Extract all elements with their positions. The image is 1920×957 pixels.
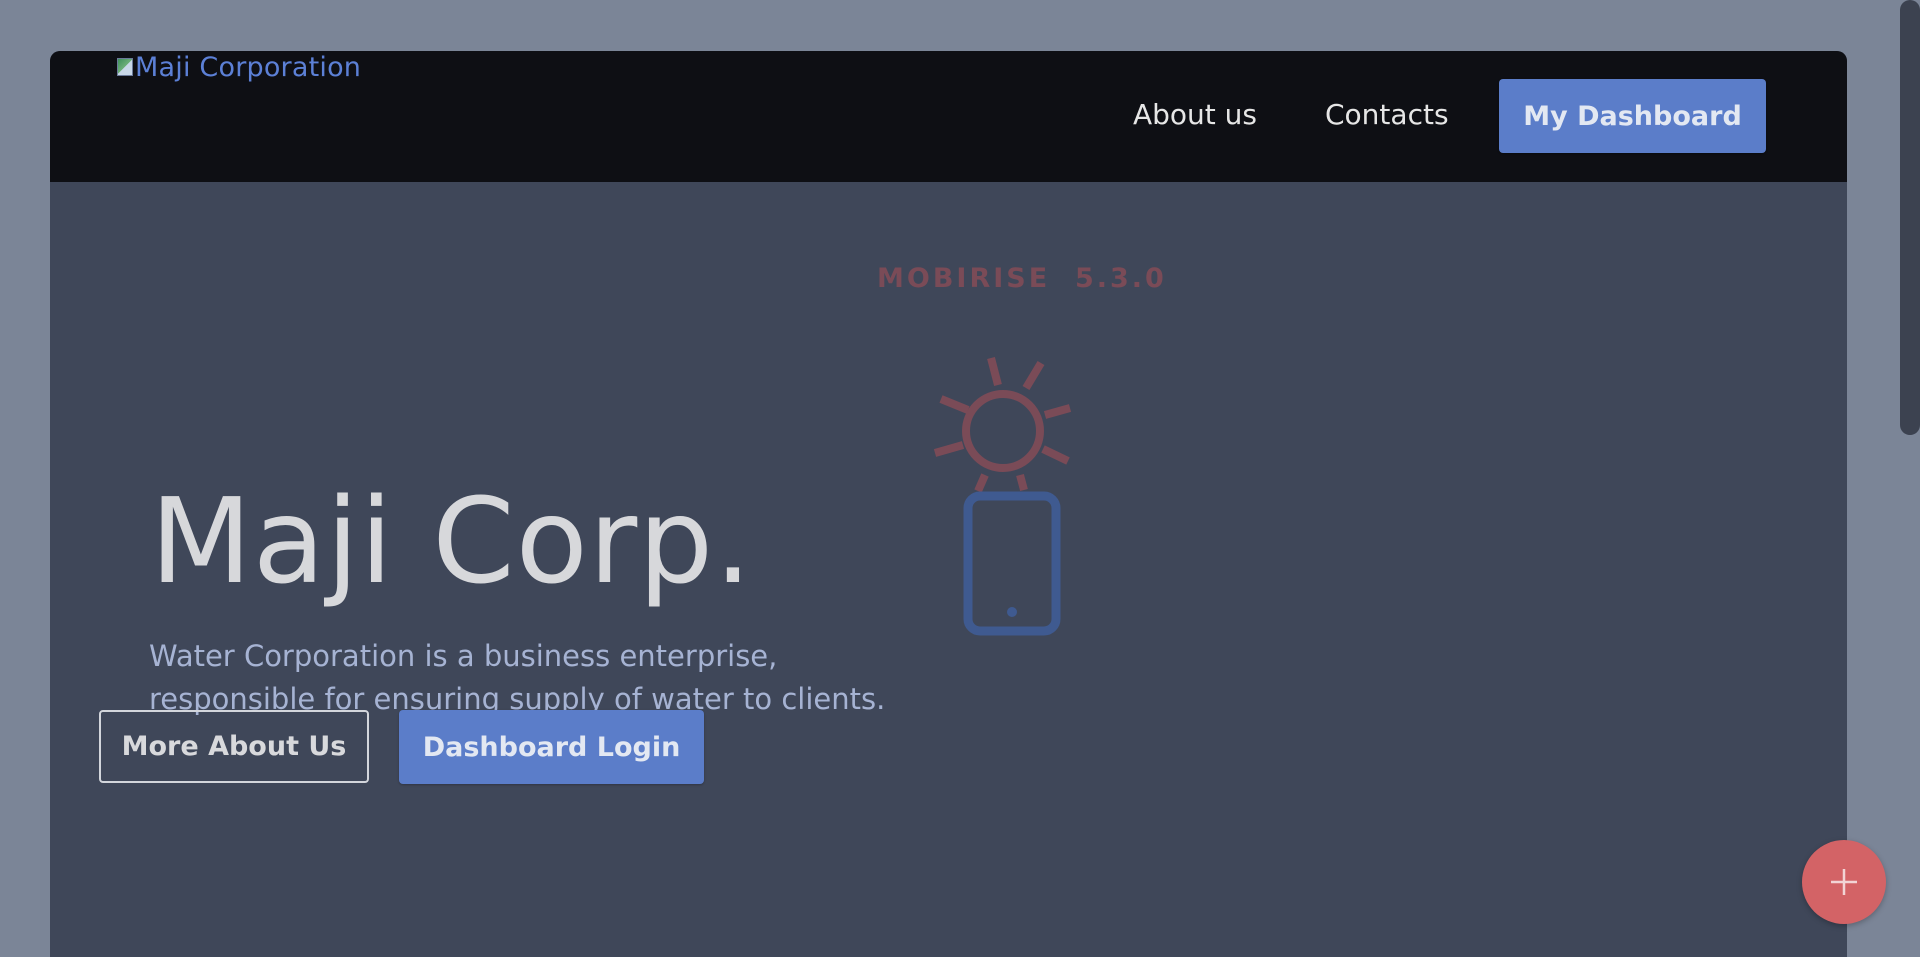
vertical-scrollbar[interactable]	[1892, 0, 1920, 957]
brand-logo[interactable]: Maji Corporation	[117, 51, 361, 83]
hero-subtitle: Water Corporation is a business enterpri…	[149, 635, 949, 721]
scrollbar-thumb[interactable]	[1900, 0, 1920, 435]
my-dashboard-button[interactable]: My Dashboard	[1499, 79, 1766, 153]
floating-action-button[interactable]	[1802, 840, 1886, 924]
broken-image-icon	[117, 58, 133, 76]
page-frame: Maji Corporation About us Contacts My Da…	[50, 51, 1847, 957]
dashboard-login-button[interactable]: Dashboard Login	[399, 710, 704, 784]
hero-title: Maji Corp.	[150, 472, 753, 610]
nav-link-contacts[interactable]: Contacts	[1325, 97, 1449, 133]
hero-subtitle-line1: Water Corporation is a business enterpri…	[149, 639, 778, 673]
more-about-us-button[interactable]: More About Us	[99, 710, 369, 783]
brand-alt-text: Maji Corporation	[135, 51, 362, 83]
watermark-text: MOBIRISE 5.3.0	[877, 263, 1167, 294]
nav-link-about[interactable]: About us	[1133, 97, 1257, 133]
navbar: Maji Corporation About us Contacts My Da…	[50, 51, 1847, 182]
plus-icon	[1831, 869, 1857, 895]
sun-phone-icon	[923, 351, 1083, 645]
